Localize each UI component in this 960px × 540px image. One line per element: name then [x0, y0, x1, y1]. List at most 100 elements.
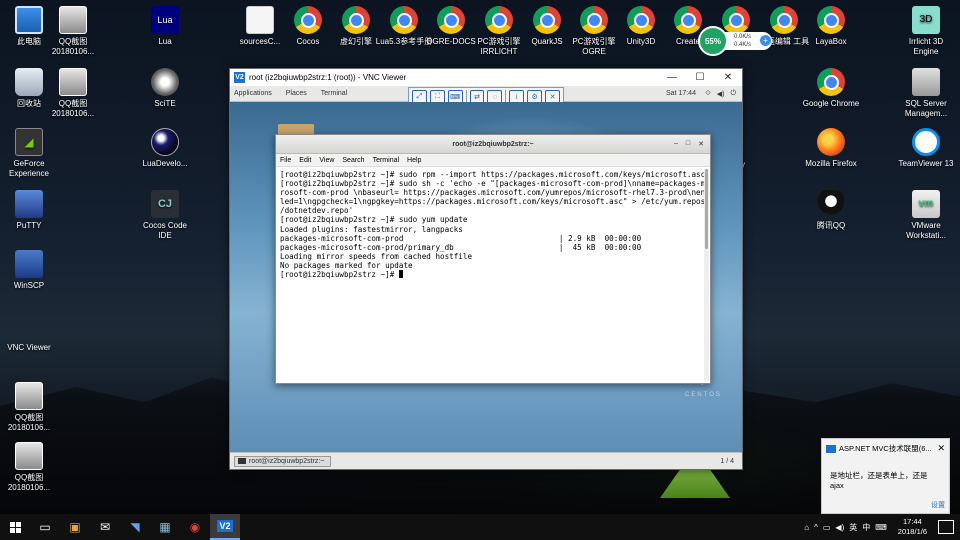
close-button[interactable]: ✕ — [714, 72, 742, 83]
taskbar-visual-studio[interactable]: ◥ — [120, 514, 150, 540]
ime-mode[interactable]: 中 — [862, 522, 870, 533]
desktop-icon-label: Mozilla Firefox — [805, 159, 857, 168]
desktop-icon-screenshot[interactable]: QQ截图 20180106... — [44, 6, 102, 57]
desktop-icon-putty[interactable]: PuTTY — [0, 190, 58, 231]
power-icon[interactable]: ⏻ — [730, 90, 736, 98]
terminal-scrollbar[interactable] — [704, 169, 709, 381]
desktop-icon-sql-server[interactable]: SQL Server Managem... — [897, 68, 955, 119]
window-list-item[interactable]: root@iz2bqiuwbp2strz:~ — [234, 455, 332, 467]
notification-settings-link[interactable]: 设置 — [931, 500, 945, 510]
close-icon[interactable]: ✕ — [937, 443, 945, 454]
desktop-icon-firefox[interactable]: Mozilla Firefox — [802, 128, 860, 169]
task-view-button[interactable]: ▭ — [30, 514, 60, 540]
terminal-close-button[interactable]: ✕ — [698, 140, 704, 148]
action-center-icon[interactable] — [938, 520, 954, 534]
network-icon[interactable]: ⟐ — [705, 90, 711, 98]
desktop-icon-label: Irrlicht 3D Engine — [908, 37, 944, 56]
terminal-maximize-button[interactable]: □ — [686, 140, 690, 148]
show-hidden-icon[interactable]: ^ — [814, 523, 818, 532]
sql-server-icon — [912, 68, 940, 96]
menu-edit[interactable]: Edit — [299, 157, 311, 164]
chrome-icon — [342, 6, 370, 34]
window-title: root (iz2bqiuwbp2strz:1 (root)) - VNC Vi… — [249, 73, 407, 82]
notification-toast[interactable]: ASP.NET MVC技术联盟(6... ✕ 是地址栏，还是表单上，还是ajax… — [821, 438, 950, 514]
network-icon[interactable]: ▭ — [823, 523, 831, 532]
start-button[interactable] — [0, 514, 30, 540]
vnc-icon: V2 — [217, 520, 233, 532]
visual-studio-icon: ◥ — [130, 520, 140, 534]
chrome-icon — [437, 6, 465, 34]
terminal-line: [root@iz2bqiuwbp2strz ~]# sudo rpm --imp… — [280, 170, 706, 179]
desktop-icon-screenshot[interactable]: QQ截图 20180106... — [44, 68, 102, 119]
terminal-minimize-button[interactable]: – — [674, 140, 678, 148]
plus-icon[interactable]: + — [760, 35, 771, 46]
minimize-button[interactable]: — — [658, 72, 686, 83]
clock-time: 17:44 — [903, 517, 922, 526]
terminal-line: led=1\ngpgcheck=1\ngpgkey=https://packag… — [280, 197, 710, 207]
taskbar-chrome[interactable]: ◉ — [180, 514, 210, 540]
desktop-icon-screenshot[interactable]: QQ截图 20180106... — [0, 442, 58, 493]
putty-icon — [15, 190, 43, 218]
vmware-icon: vm — [912, 190, 940, 218]
menu-applications[interactable]: Applications — [234, 90, 272, 97]
desktop-icon-label: SciTE — [154, 99, 176, 108]
chrome-icon — [533, 6, 561, 34]
chrome-icon — [627, 6, 655, 34]
menu-help[interactable]: Help — [407, 157, 421, 164]
scite-icon — [151, 68, 179, 96]
taskbar-clock[interactable]: 17:44 2018/1/6 — [898, 517, 927, 537]
network-speed-widget[interactable]: 0.0K/s 0.4K/s + 55% — [698, 26, 774, 56]
qq-penguin-icon — [817, 190, 845, 218]
terminal-output[interactable]: [root@iz2bqiuwbp2strz ~]# sudo rpm --imp… — [276, 167, 710, 383]
taskbar-vnc-viewer[interactable]: V2 — [210, 514, 240, 540]
chrome-icon — [294, 6, 322, 34]
menu-search[interactable]: Search — [342, 157, 364, 164]
ime-indicator[interactable]: 英 — [849, 522, 857, 533]
menu-terminal[interactable]: Terminal — [321, 90, 347, 97]
remote-desktop[interactable]: 7 CENTOS root@iz2bqiuwbp2strz:~ – □ ✕ Fi… — [230, 102, 742, 452]
workspace-pager[interactable]: 1 / 4 — [720, 458, 734, 465]
menu-places[interactable]: Places — [286, 90, 307, 97]
desktop-icon-scite[interactable]: SciTE — [136, 68, 194, 109]
gnome-clock[interactable]: Sat 17:44 — [666, 90, 696, 97]
vnc-viewer-window[interactable]: V2 root (iz2bqiuwbp2strz:1 (root)) - VNC… — [229, 68, 743, 470]
geforce-icon: ◢ — [15, 128, 43, 156]
desktop-icon-cocos-code-ide[interactable]: CJ Cocos Code IDE — [136, 190, 194, 241]
cocos-icon: CJ — [151, 190, 179, 218]
terminal-title-bar[interactable]: root@iz2bqiuwbp2strz:~ – □ ✕ — [276, 135, 710, 154]
window-list-label: root@iz2bqiuwbp2strz:~ — [249, 457, 325, 465]
taskbar-app[interactable]: ▦ — [150, 514, 180, 540]
desktop-icon-irrlicht[interactable]: 3D Irrlicht 3D Engine — [897, 6, 955, 57]
notification-message: 是地址栏，还是表单上，还是ajax — [830, 471, 928, 490]
taskbar-mail[interactable]: ✉ — [90, 514, 120, 540]
desktop-icon-winscp[interactable]: WinSCP — [0, 250, 58, 291]
terminal-window[interactable]: root@iz2bqiuwbp2strz:~ – □ ✕ File Edit V… — [275, 134, 711, 384]
chrome-icon: ◉ — [189, 520, 201, 534]
maximize-button[interactable]: ☐ — [686, 72, 714, 83]
keyboard-icon[interactable]: ⌨ — [875, 523, 887, 532]
volume-icon[interactable]: ◀) — [835, 523, 844, 532]
desktop-icon-label: LuaDevelo... — [142, 159, 188, 168]
vnc-title-bar[interactable]: V2 root (iz2bqiuwbp2strz:1 (root)) - VNC… — [230, 69, 742, 86]
menu-terminal[interactable]: Terminal — [373, 157, 399, 164]
terminal-prompt-line[interactable]: [root@iz2bqiuwbp2strz ~]# — [280, 270, 706, 279]
desktop-icon-teamviewer[interactable]: TeamViewer 13 — [897, 128, 955, 169]
terminal-cursor — [398, 270, 403, 279]
desktop-icon-lua[interactable]: Lua Lua — [136, 6, 194, 47]
desktop-icon-vmware[interactable]: vm VMware Workstati... — [897, 190, 955, 241]
taskbar-store[interactable]: ▣ — [60, 514, 90, 540]
people-icon[interactable]: ⌂ — [804, 523, 809, 532]
desktop-icon-tencent-qq[interactable]: 腾讯QQ — [802, 190, 860, 231]
desktop-icon-vnc-viewer[interactable]: V2 VNC Viewer — [0, 312, 272, 408]
desktop-icon-google-chrome[interactable]: Google Chrome — [802, 68, 860, 109]
teamviewer-icon — [912, 128, 940, 156]
menu-file[interactable]: File — [280, 157, 291, 164]
desktop-icon-layabox[interactable]: LayaBox — [802, 6, 860, 47]
chrome-icon — [485, 6, 513, 34]
desktop-icon-geforce[interactable]: ◢ GeForce Experience — [0, 128, 58, 179]
volume-icon[interactable]: ◀) — [717, 90, 725, 98]
desktop-icon-screenshot[interactable]: QQ截图 20180106... — [0, 382, 58, 433]
menu-view[interactable]: View — [319, 157, 334, 164]
desktop-icon-luadevelo[interactable]: LuaDevelo... — [136, 128, 194, 169]
terminal-line: packages-microsoft-com-prod/primary_db |… — [280, 242, 642, 252]
